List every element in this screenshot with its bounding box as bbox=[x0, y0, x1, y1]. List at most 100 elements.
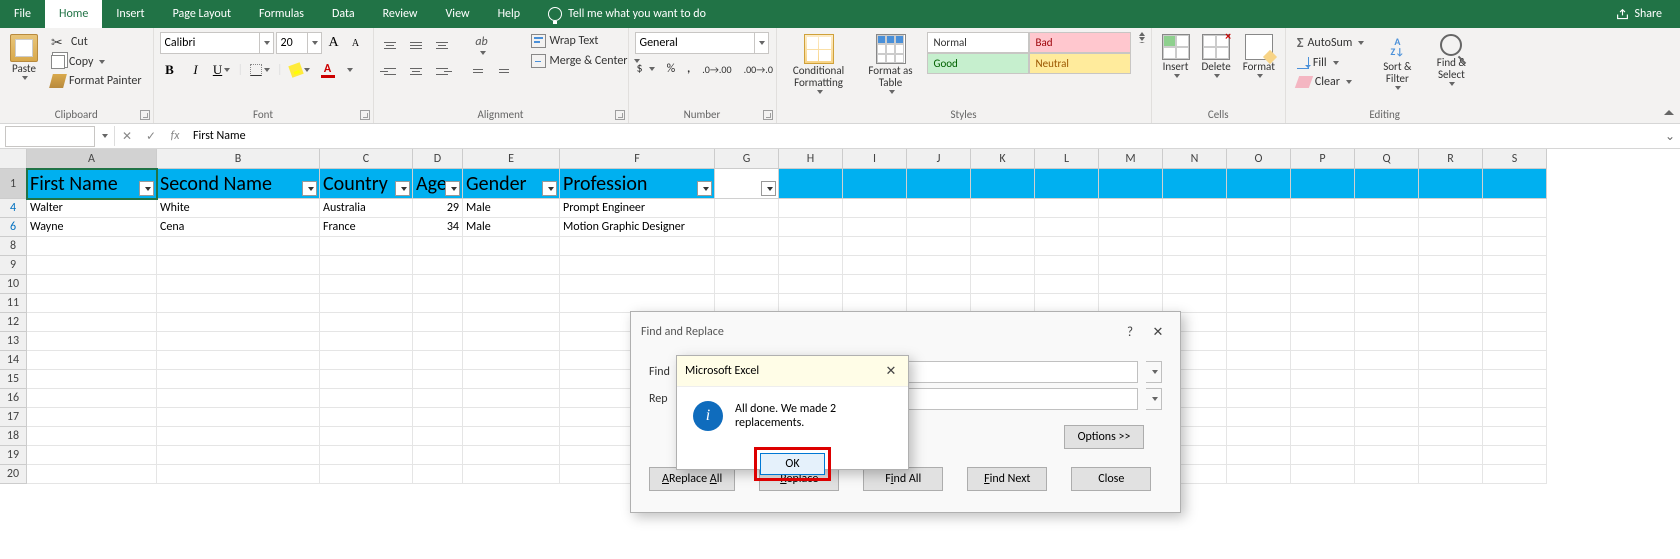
cell[interactable] bbox=[463, 351, 560, 370]
cell[interactable] bbox=[1355, 169, 1419, 199]
number-format-input[interactable] bbox=[635, 32, 755, 54]
increase-decimal[interactable]: .0→.00 bbox=[700, 61, 733, 78]
help-button[interactable]: ? bbox=[1118, 320, 1142, 344]
cell[interactable] bbox=[320, 351, 413, 370]
filter-dropdown[interactable] bbox=[139, 181, 154, 196]
cell[interactable]: Walter bbox=[27, 199, 157, 218]
cell[interactable] bbox=[1355, 199, 1419, 218]
copy-button[interactable]: Copy bbox=[46, 53, 147, 71]
close-icon[interactable]: ✕ bbox=[882, 362, 900, 380]
select-all-corner[interactable] bbox=[0, 149, 27, 169]
style-bad[interactable]: Bad bbox=[1029, 32, 1131, 53]
cell[interactable]: Australia bbox=[320, 199, 413, 218]
close-icon[interactable]: ✕ bbox=[1146, 320, 1170, 344]
cell[interactable]: 34 bbox=[413, 218, 463, 237]
cell[interactable] bbox=[463, 332, 560, 351]
row-header[interactable]: 16 bbox=[0, 389, 27, 408]
find-select-button[interactable]: Find & Select bbox=[1425, 32, 1477, 86]
row-header[interactable]: 4 bbox=[0, 199, 27, 218]
cell[interactable] bbox=[1227, 427, 1291, 446]
cell[interactable] bbox=[463, 294, 560, 313]
cell[interactable] bbox=[413, 256, 463, 275]
cell[interactable] bbox=[27, 275, 157, 294]
tab-home[interactable]: Home bbox=[45, 0, 102, 28]
fill-color-button[interactable] bbox=[289, 60, 311, 80]
cell[interactable] bbox=[1099, 169, 1163, 199]
percent-format[interactable]: % bbox=[665, 60, 678, 78]
collapse-ribbon-button[interactable] bbox=[1662, 105, 1676, 119]
cell[interactable] bbox=[320, 446, 413, 465]
column-header-C[interactable]: C bbox=[320, 149, 413, 169]
cell[interactable] bbox=[463, 313, 560, 332]
cell[interactable] bbox=[715, 256, 779, 275]
cell[interactable]: 29 bbox=[413, 199, 463, 218]
cell[interactable] bbox=[463, 256, 560, 275]
dialog-launcher[interactable] bbox=[140, 110, 150, 120]
cell[interactable] bbox=[1483, 294, 1547, 313]
cell[interactable] bbox=[779, 199, 843, 218]
column-header-A[interactable]: A bbox=[27, 149, 157, 169]
cell[interactable] bbox=[1355, 275, 1419, 294]
cell[interactable] bbox=[1291, 256, 1355, 275]
cell[interactable] bbox=[413, 446, 463, 465]
cell[interactable] bbox=[157, 237, 320, 256]
cell[interactable] bbox=[1099, 218, 1163, 237]
filter-dropdown[interactable] bbox=[761, 181, 776, 196]
number-format-combo[interactable] bbox=[635, 32, 769, 54]
cell[interactable] bbox=[320, 275, 413, 294]
align-middle[interactable] bbox=[406, 36, 426, 54]
font-size-combo[interactable] bbox=[276, 32, 322, 54]
tab-view[interactable]: View bbox=[432, 0, 484, 28]
sort-filter-button[interactable]: AZ↓Sort & Filter bbox=[1373, 32, 1421, 90]
cell[interactable] bbox=[560, 256, 715, 275]
cell[interactable] bbox=[1355, 446, 1419, 465]
align-center[interactable] bbox=[406, 62, 426, 80]
cell[interactable] bbox=[715, 275, 779, 294]
cell[interactable] bbox=[779, 256, 843, 275]
cell[interactable] bbox=[1483, 427, 1547, 446]
format-painter-button[interactable]: Format Painter bbox=[46, 72, 147, 90]
cell[interactable] bbox=[715, 237, 779, 256]
cell[interactable]: First Name bbox=[27, 169, 157, 199]
cell[interactable]: Gender bbox=[463, 169, 560, 199]
wrap-text-button[interactable]: Wrap Text bbox=[526, 32, 645, 50]
cell[interactable] bbox=[1355, 465, 1419, 484]
column-header-K[interactable]: K bbox=[971, 149, 1035, 169]
cell[interactable] bbox=[1291, 351, 1355, 370]
cell[interactable] bbox=[27, 256, 157, 275]
cell[interactable] bbox=[1099, 237, 1163, 256]
cell[interactable] bbox=[157, 408, 320, 427]
cell[interactable] bbox=[157, 351, 320, 370]
cell[interactable] bbox=[1035, 169, 1099, 199]
cell[interactable] bbox=[1227, 351, 1291, 370]
cell[interactable] bbox=[413, 313, 463, 332]
tab-data[interactable]: Data bbox=[318, 0, 369, 28]
cell[interactable] bbox=[1227, 199, 1291, 218]
cell[interactable] bbox=[1035, 237, 1099, 256]
cell[interactable] bbox=[320, 389, 413, 408]
cell[interactable] bbox=[1419, 332, 1483, 351]
fill-button[interactable]: Fill bbox=[1292, 54, 1369, 72]
cell[interactable] bbox=[1483, 408, 1547, 427]
cell[interactable] bbox=[843, 199, 907, 218]
insert-cells-button[interactable]: Insert bbox=[1158, 32, 1194, 78]
cell[interactable] bbox=[1163, 218, 1227, 237]
share-button[interactable]: Share bbox=[1598, 7, 1680, 21]
cell[interactable] bbox=[1227, 237, 1291, 256]
ok-button[interactable]: OK bbox=[760, 453, 825, 475]
cell[interactable] bbox=[157, 446, 320, 465]
row-header[interactable]: 19 bbox=[0, 446, 27, 465]
cell[interactable]: Cena bbox=[157, 218, 320, 237]
cut-button[interactable]: ✂Cut bbox=[46, 32, 147, 52]
filter-dropdown[interactable] bbox=[697, 181, 712, 196]
cell[interactable] bbox=[1227, 446, 1291, 465]
style-normal[interactable]: Normal bbox=[927, 32, 1029, 53]
cell[interactable] bbox=[1483, 332, 1547, 351]
name-box-dropdown[interactable] bbox=[102, 134, 108, 138]
cell[interactable] bbox=[1163, 256, 1227, 275]
cell[interactable] bbox=[907, 237, 971, 256]
cell[interactable] bbox=[1419, 256, 1483, 275]
cell[interactable] bbox=[1291, 370, 1355, 389]
font-color-button[interactable]: A bbox=[317, 60, 339, 80]
cell[interactable] bbox=[1483, 465, 1547, 484]
